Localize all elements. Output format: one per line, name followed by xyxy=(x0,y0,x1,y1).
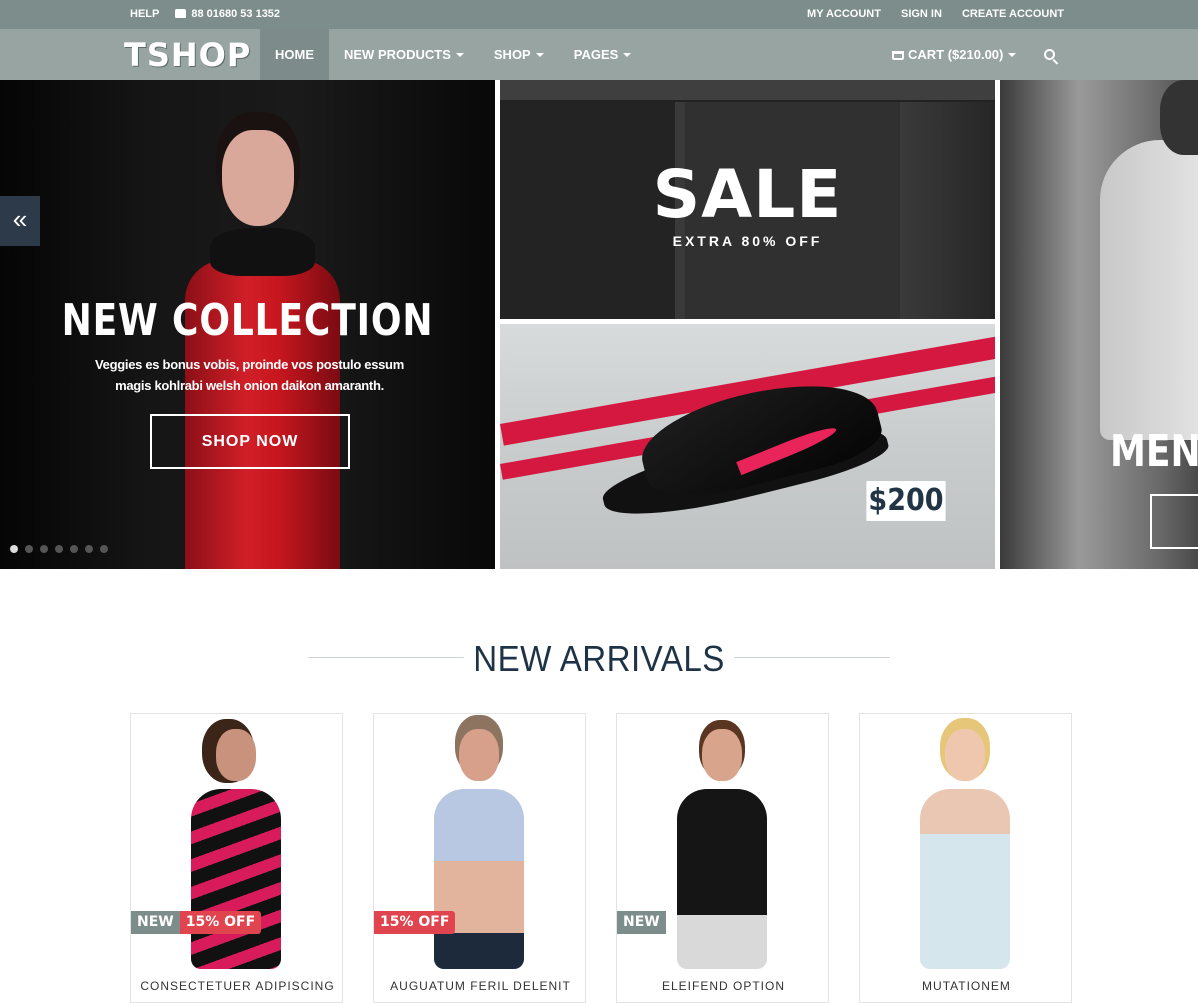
figure-head xyxy=(216,729,256,781)
product-image xyxy=(900,729,1030,969)
new-arrivals-title: NEW ARRIVALS xyxy=(464,638,734,679)
figure-body xyxy=(920,789,1010,969)
product-card[interactable]: 15% OFF AUGUATUM FERIL DELENIT xyxy=(373,713,586,1003)
sale-title: SALE xyxy=(652,156,843,233)
hero-slide-men[interactable]: MEN C xyxy=(1000,80,1198,569)
top-bar: HELP 88 01680 53 1352 MY ACCOUNT SIGN IN… xyxy=(0,0,1198,29)
nav-shop[interactable]: SHOP xyxy=(479,29,559,80)
carousel-dot[interactable] xyxy=(40,545,48,553)
my-account-link[interactable]: MY ACCOUNT xyxy=(807,8,881,20)
carousel-dot[interactable] xyxy=(55,545,63,553)
football-boot-image xyxy=(597,364,900,532)
cart-icon xyxy=(892,51,904,60)
figure-head xyxy=(702,729,742,781)
chevron-down-icon xyxy=(1008,53,1017,57)
figure-body xyxy=(677,789,767,969)
product-badges: NEW xyxy=(617,911,666,934)
nav-home[interactable]: HOME xyxy=(260,29,329,80)
carousel-dots xyxy=(10,545,108,553)
model-head xyxy=(222,130,294,226)
sale-subtitle: EXTRA 80% OFF xyxy=(672,233,823,249)
chevron-down-icon xyxy=(455,53,464,57)
product-name[interactable]: ELEIFEND OPTION xyxy=(617,979,828,993)
men-title: MEN C xyxy=(1110,426,1198,477)
new-badge: NEW xyxy=(617,911,666,934)
sign-in-link[interactable]: SIGN IN xyxy=(901,8,942,20)
discount-badge: 15% OFF xyxy=(374,911,456,934)
hero-description: Veggies es bonus vobis, proinde vos post… xyxy=(95,357,404,393)
product-name[interactable]: AUGUATUM FERIL DELENIT xyxy=(374,979,585,993)
hero-title: NEW COLLECTION xyxy=(61,295,434,346)
product-grid: NEW 15% OFF CONSECTETUER ADIPISCING 15% … xyxy=(130,713,1072,1003)
promo-shoe-banner[interactable]: $200 xyxy=(500,324,995,569)
discount-badge: 15% OFF xyxy=(179,911,262,934)
main-menu: HOME NEW PRODUCTS SHOP PAGES xyxy=(260,29,646,80)
carousel-dot[interactable] xyxy=(100,545,108,553)
carousel-dot[interactable] xyxy=(85,545,93,553)
hero-carousel: NEW COLLECTION Veggies es bonus vobis, p… xyxy=(0,80,1198,569)
chevron-down-icon xyxy=(535,53,544,57)
section-title: NEW ARRIVALS xyxy=(331,638,866,680)
shop-now-button[interactable]: SHOP NOW xyxy=(150,414,350,469)
product-card[interactable]: MUTATIONEM xyxy=(859,713,1072,1003)
price-tag: $200 xyxy=(866,481,946,521)
nav-new-products[interactable]: NEW PRODUCTS xyxy=(329,29,479,80)
new-arrivals-heading: NEW ARRIVALS xyxy=(308,638,890,680)
new-badge: NEW xyxy=(131,911,180,934)
men-shop-button[interactable] xyxy=(1150,494,1198,549)
carousel-dot[interactable] xyxy=(70,545,78,553)
phone-number: 88 01680 53 1352 xyxy=(191,8,281,20)
nav-home-label: HOME xyxy=(275,47,314,62)
product-name[interactable]: MUTATIONEM xyxy=(860,979,1071,993)
search-icon[interactable] xyxy=(1044,49,1055,60)
figure-body xyxy=(434,789,524,969)
men-model-head xyxy=(1160,80,1198,155)
cart-button[interactable]: CART ($210.00) xyxy=(892,29,1017,80)
carousel-dot[interactable] xyxy=(25,545,33,553)
product-card[interactable]: NEW 15% OFF CONSECTETUER ADIPISCING xyxy=(130,713,343,1003)
cart-label: CART ($210.00) xyxy=(908,47,1004,62)
nav-new-products-label: NEW PRODUCTS xyxy=(344,47,451,62)
product-badges: NEW 15% OFF xyxy=(131,911,262,934)
product-image xyxy=(657,729,787,969)
product-badges: 15% OFF xyxy=(374,911,456,934)
product-name[interactable]: CONSECTETUER ADIPISCING xyxy=(131,979,342,993)
nav-pages[interactable]: PAGES xyxy=(559,29,647,80)
figure-head xyxy=(945,729,985,781)
belt-image xyxy=(500,80,995,102)
men-model-torso xyxy=(1100,140,1198,440)
phone-icon xyxy=(175,9,187,18)
model-collar xyxy=(210,228,315,276)
carousel-prev-icon[interactable]: « xyxy=(0,196,40,246)
figure-body xyxy=(191,789,281,969)
product-card[interactable]: NEW ELEIFEND OPTION xyxy=(616,713,829,1003)
phone-contact: 88 01680 53 1352 xyxy=(175,8,280,20)
nav-shop-label: SHOP xyxy=(493,47,531,62)
main-navbar: TSHOP HOME NEW PRODUCTS SHOP PAGES CART … xyxy=(0,29,1198,80)
chevron-down-icon xyxy=(623,53,632,57)
hero-slide-new-collection[interactable]: NEW COLLECTION Veggies es bonus vobis, p… xyxy=(0,80,495,569)
carousel-dot[interactable] xyxy=(10,545,18,553)
create-account-link[interactable]: CREATE ACCOUNT xyxy=(962,8,1064,20)
figure-head xyxy=(459,729,499,781)
promo-sale-banner[interactable]: SALE EXTRA 80% OFF xyxy=(500,80,995,319)
help-link[interactable]: HELP xyxy=(130,8,159,20)
site-logo[interactable]: TSHOP xyxy=(124,36,251,74)
nav-pages-label: PAGES xyxy=(573,47,619,62)
